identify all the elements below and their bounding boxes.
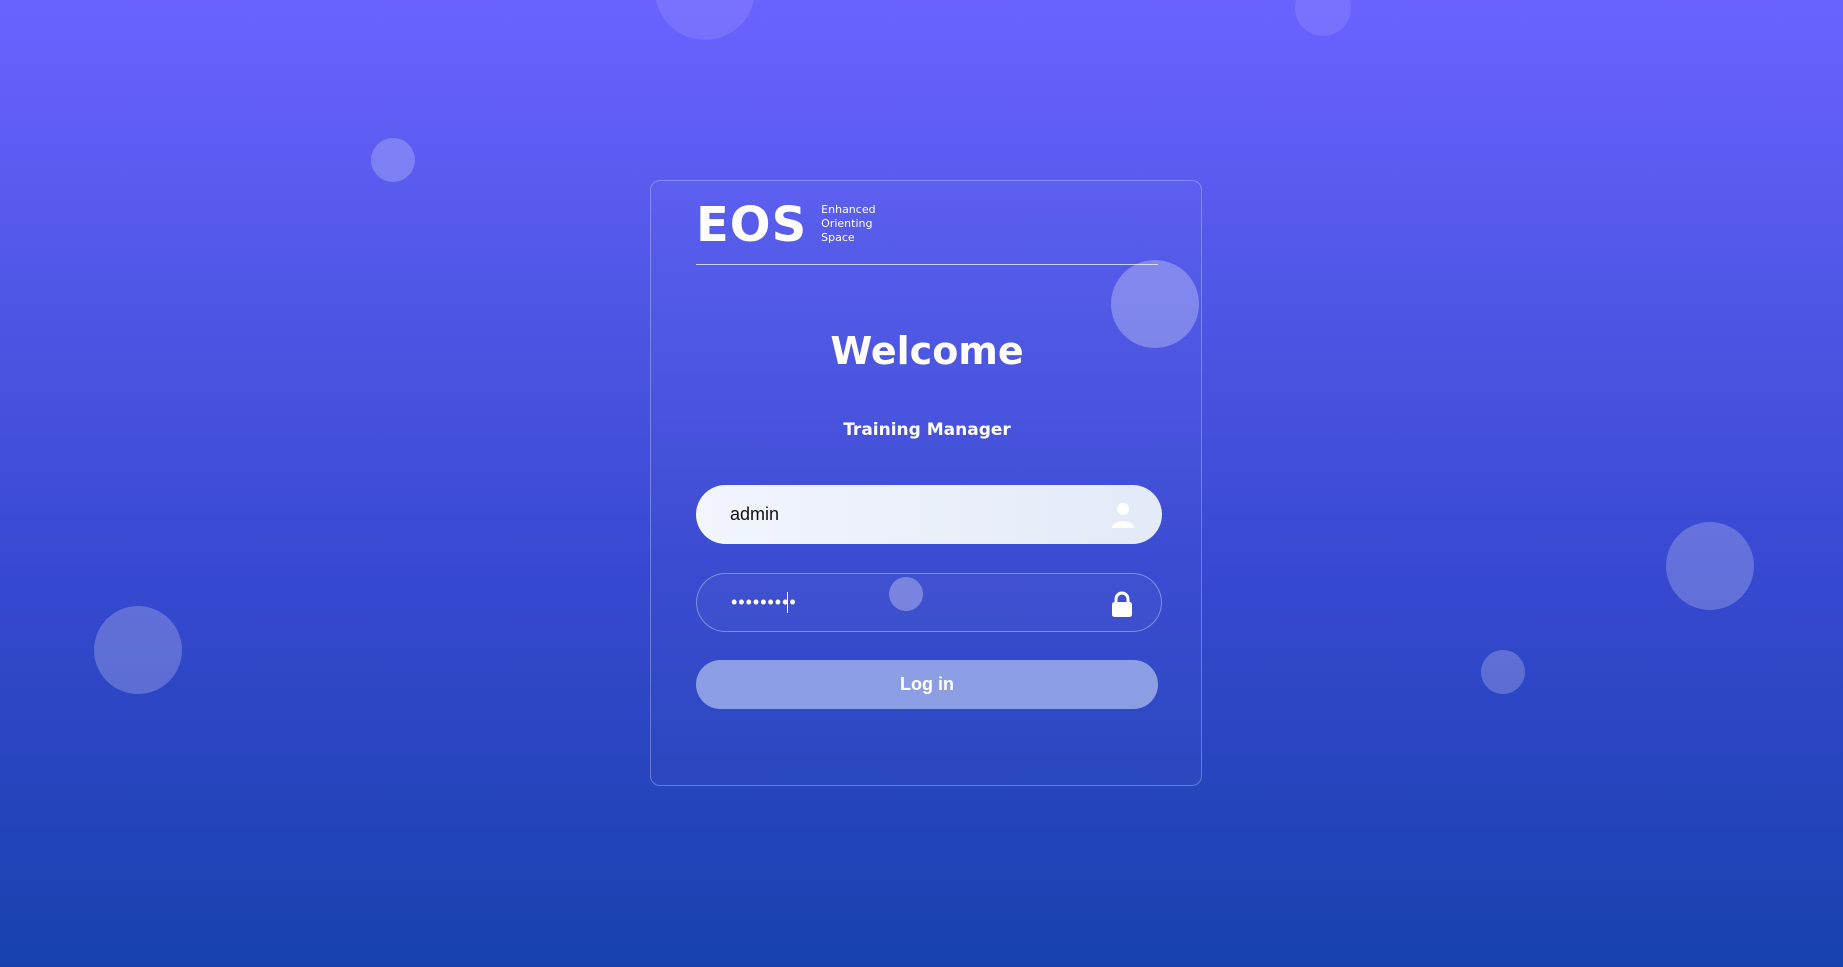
- username-field[interactable]: [696, 485, 1162, 544]
- login-card: EOS Enhanced Orienting Space Welcome Tra…: [650, 180, 1202, 786]
- logo-tagline-line: Space: [821, 231, 855, 244]
- username-input[interactable]: [730, 485, 1090, 544]
- text-cursor: [787, 592, 788, 613]
- decorative-bubble: [94, 606, 182, 694]
- login-button[interactable]: Log in: [696, 660, 1158, 709]
- app-subtitle: Training Manager: [843, 420, 1011, 440]
- decorative-bubble: [1666, 522, 1754, 610]
- decorative-bubble: [655, 0, 755, 40]
- decorative-bubble: [889, 577, 923, 611]
- user-icon: [1112, 503, 1134, 528]
- logo-tagline-line: Orienting: [821, 217, 873, 230]
- brand-logo: EOS Enhanced Orienting Space: [696, 197, 876, 253]
- decorative-bubble: [1295, 0, 1351, 36]
- logo-text: EOS: [696, 197, 808, 253]
- decorative-bubble: [371, 138, 415, 182]
- lock-icon: [1112, 591, 1132, 617]
- welcome-title: Welcome: [830, 329, 1024, 373]
- decorative-bubble: [1481, 650, 1525, 694]
- password-field[interactable]: [696, 573, 1162, 632]
- logo-tagline: Enhanced Orienting Space: [821, 203, 875, 245]
- header-divider: [696, 264, 1158, 265]
- logo-tagline-line: Enhanced: [821, 203, 876, 216]
